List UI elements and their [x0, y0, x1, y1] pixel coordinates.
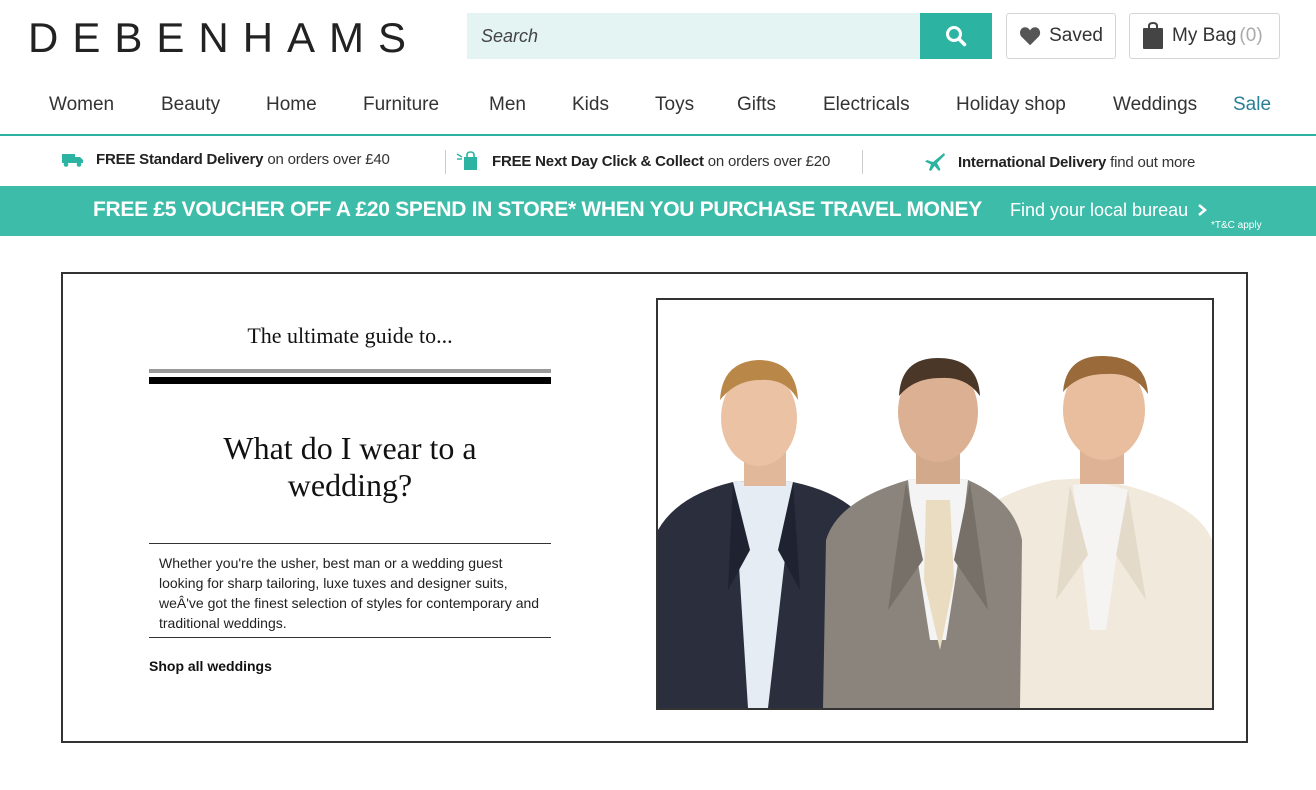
nav-item-sale[interactable]: Sale	[1233, 94, 1271, 116]
delivery-divider	[862, 150, 863, 174]
kicker-rule	[149, 369, 551, 373]
chevron-right-icon	[1198, 204, 1208, 216]
delivery-click-collect-rest: on orders over £20	[707, 152, 831, 170]
kicker-rule-heavy	[149, 377, 551, 384]
nav-item-weddings[interactable]: Weddings	[1113, 94, 1197, 116]
plane-icon	[925, 153, 945, 171]
saved-button[interactable]: Saved	[1006, 13, 1116, 59]
promo-link-label: Find your local bureau	[1010, 200, 1189, 220]
nav-item-toys[interactable]: Toys	[655, 94, 694, 116]
search-button[interactable]	[920, 13, 992, 59]
promo-terms: *T&C apply	[1211, 220, 1262, 231]
van-icon	[62, 153, 83, 167]
nav-item-furniture[interactable]: Furniture	[363, 94, 439, 116]
delivery-standard-bold: FREE Standard Delivery	[96, 151, 264, 168]
nav-item-electricals[interactable]: Electricals	[823, 94, 910, 116]
nav-item-men[interactable]: Men	[489, 94, 526, 116]
heart-icon	[1020, 27, 1041, 46]
shop-all-weddings-link[interactable]: Shop all weddings	[149, 658, 272, 674]
main-nav: Women Beauty Home Furniture Men Kids Toy…	[0, 80, 1316, 136]
delivery-standard[interactable]: FREE Standard Delivery on orders over £4…	[62, 151, 390, 168]
delivery-bar: FREE Standard Delivery on orders over £4…	[0, 137, 1316, 185]
article-headline: What do I wear to a wedding?	[149, 430, 551, 504]
my-bag-button[interactable]: My Bag (0)	[1129, 13, 1280, 59]
delivery-click-collect[interactable]: FREE Next Day Click & Collect on orders …	[456, 151, 830, 171]
nav-item-women[interactable]: Women	[49, 94, 114, 116]
nav-item-home[interactable]: Home	[266, 94, 317, 116]
nav-item-holiday-shop[interactable]: Holiday shop	[956, 94, 1066, 116]
promo-text: FREE £5 VOUCHER OFF A £20 SPEND IN STORE…	[93, 198, 982, 221]
nav-item-kids[interactable]: Kids	[572, 94, 609, 116]
delivery-international[interactable]: International Delivery find out more	[924, 151, 1195, 173]
my-bag-label: My Bag	[1172, 25, 1237, 46]
three-men-in-suits-image	[658, 300, 1212, 708]
promo-link[interactable]: Find your local bureau	[1010, 200, 1208, 221]
search-icon	[946, 26, 967, 47]
body-rule-top	[149, 543, 551, 544]
nav-item-gifts[interactable]: Gifts	[737, 94, 776, 116]
bag-count: (0)	[1239, 25, 1263, 46]
body-rule-bottom	[149, 637, 551, 638]
search-input[interactable]	[467, 13, 922, 59]
delivery-international-rest: find out more	[1110, 153, 1196, 171]
saved-label: Saved	[1049, 25, 1103, 46]
headline-line: wedding?	[287, 467, 413, 503]
article-kicker: The ultimate guide to...	[247, 323, 453, 348]
promo-banner[interactable]: FREE £5 VOUCHER OFF A £20 SPEND IN STORE…	[0, 186, 1316, 236]
bag-icon	[1143, 22, 1163, 49]
delivery-standard-rest: on orders over £40	[267, 151, 390, 168]
click-collect-icon	[456, 151, 477, 170]
site-header: DEBENHAMS Saved My Bag (0)	[0, 0, 1316, 80]
delivery-international-bold: International Delivery	[958, 153, 1107, 171]
wedding-suits-photo[interactable]	[656, 298, 1214, 710]
article-body: Whether you're the usher, best man or a …	[159, 555, 540, 631]
nav-item-beauty[interactable]: Beauty	[161, 94, 220, 116]
headline-line: What do I wear to a	[223, 430, 477, 466]
brand-logo[interactable]: DEBENHAMS	[28, 14, 420, 62]
delivery-click-collect-bold: FREE Next Day Click & Collect	[492, 152, 704, 170]
delivery-divider	[445, 150, 446, 174]
